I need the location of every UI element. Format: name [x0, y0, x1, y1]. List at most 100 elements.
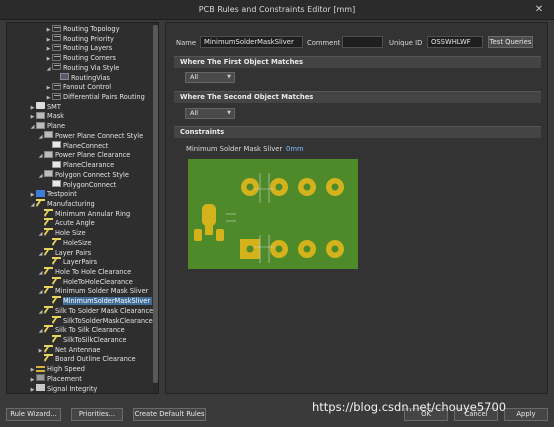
tree-item-planeclearance[interactable]: PlaneClearance: [45, 160, 115, 171]
hole: [275, 183, 283, 191]
sliver-value[interactable]: 0mm: [286, 145, 304, 153]
tree-item-polygon-connect-style[interactable]: ◢ Polygon Connect Style: [37, 170, 129, 182]
tree-item-label: Routing Priority: [63, 34, 114, 43]
tree-item-label: Hole Size: [55, 229, 86, 238]
route-icon: [52, 43, 61, 51]
tree-item-minimumsoldermasksliver[interactable]: MinimumSolderMaskSliver: [45, 296, 153, 307]
mfg-icon: [36, 198, 45, 207]
tree-item-fanout-control[interactable]: ▶ Fanout Control: [45, 82, 111, 93]
route-icon: [52, 82, 61, 90]
hole: [246, 183, 254, 191]
tree-item-power-plane-clearance[interactable]: ◢ Power Plane Clearance: [37, 150, 130, 162]
tree-item-board-outline-clearance[interactable]: Board Outline Clearance: [37, 354, 136, 365]
name-field[interactable]: MinimumSolderMaskSliver: [200, 36, 303, 48]
tree-item-label: Polygon Connect Style: [55, 170, 129, 179]
tree-item-silk-to-silk-clearance[interactable]: ◢ Silk To Silk Clearance: [37, 325, 125, 337]
tree-item-label: Manufacturing: [47, 199, 95, 208]
route-icon: [52, 63, 61, 71]
place-icon: [36, 374, 45, 382]
collapse-arrow-icon[interactable]: ◢: [37, 250, 44, 260]
tree-item-label: Minimum Solder Mask Sliver: [55, 287, 149, 296]
tree-item-planeconnect[interactable]: PlaneConnect: [45, 141, 108, 152]
sliver-label: Minimum Solder Mask Sliver: [186, 145, 283, 153]
create-default-rules-button[interactable]: Create Default Rules: [133, 408, 206, 421]
comment-field[interactable]: [342, 36, 383, 48]
mfg-icon: [44, 218, 53, 227]
tree-item-signal-integrity[interactable]: ▶ Signal Integrity: [29, 384, 97, 393]
close-icon[interactable]: ✕: [532, 3, 546, 17]
tree-item-manufacturing[interactable]: ◢ Manufacturing: [29, 198, 95, 211]
tree-scrollbar[interactable]: [153, 23, 158, 393]
tree-item-routingvias[interactable]: RoutingVias: [53, 73, 110, 84]
test-queries-button[interactable]: Test Queries: [488, 36, 533, 48]
rule-panel: Name MinimumSolderMaskSliver Comment Uni…: [165, 22, 548, 394]
mfg-icon: [44, 305, 53, 314]
tree-item-label: Minimum Annular Ring: [55, 209, 131, 218]
tree-item-label: LayerPairs: [63, 258, 98, 267]
collapse-arrow-icon[interactable]: ◢: [29, 123, 36, 133]
collapse-arrow-icon[interactable]: ◢: [45, 65, 52, 75]
tree-item-routing-via-style[interactable]: ◢ Routing Via Style: [45, 63, 120, 75]
smd-pad: [202, 204, 216, 226]
tree-item-holetoholeclearance[interactable]: HoleToHoleClearance: [45, 276, 133, 288]
tree-item-mask[interactable]: ▶ Mask: [29, 111, 64, 122]
mfg-icon: [44, 325, 53, 334]
tree-item-silktosoldermaskclearance[interactable]: SilkToSolderMaskClearance: [45, 315, 153, 327]
tree-item-label: Routing Via Style: [63, 63, 120, 72]
tree-item-label: SilkToSilkClearance: [63, 336, 127, 345]
tree-item-routing-layers[interactable]: ▶ Routing Layers: [45, 43, 113, 54]
tree-item-label: Layer Pairs: [55, 248, 92, 257]
mfg-icon: [44, 286, 53, 295]
collapse-arrow-icon[interactable]: ◢: [37, 269, 44, 279]
collapse-arrow-icon[interactable]: ◢: [37, 230, 44, 240]
tree-item-silktosilkclearance[interactable]: SilkToSilkClearance: [45, 335, 127, 346]
grey-icon: [36, 111, 45, 119]
hole: [331, 183, 339, 191]
tree-item-label: Power Plane Connect Style: [55, 131, 144, 140]
second-object-select[interactable]: All ▼: [185, 108, 235, 119]
tree-item-hole-size[interactable]: ◢ Hole Size: [37, 228, 86, 240]
collapse-arrow-icon[interactable]: ◢: [37, 172, 44, 182]
tree-item-layer-pairs[interactable]: ◢ Layer Pairs: [37, 247, 92, 260]
route-icon: [52, 53, 61, 61]
tree-item-label: PlaneClearance: [63, 161, 115, 170]
tree-item-label: Mask: [47, 112, 64, 121]
window-title: PCB Rules and Constraints Editor [mm]: [198, 5, 356, 14]
tree-scrollbar-thumb[interactable]: [153, 25, 158, 383]
tree-item-polygonconnect[interactable]: PolygonConnect: [45, 180, 116, 191]
grey-icon: [44, 131, 53, 139]
priorities-button[interactable]: Priorities...: [71, 408, 123, 421]
collapse-arrow-icon[interactable]: ◢: [37, 327, 44, 337]
apply-button[interactable]: Apply: [504, 408, 548, 421]
watermark: https://blog.csdn.net/chouye5700: [312, 400, 507, 414]
tree-item-label: Routing Layers: [63, 44, 113, 53]
expand-arrow-icon[interactable]: ▶: [29, 386, 36, 393]
grey-icon: [44, 150, 53, 158]
collapse-arrow-icon[interactable]: ◢: [37, 288, 44, 298]
grey-icon: [36, 121, 45, 129]
tree-item-label: MinimumSolderMaskSliver: [63, 297, 153, 306]
smd-pad: [216, 229, 224, 241]
hole: [331, 245, 339, 253]
hole: [303, 183, 311, 191]
tree-item-label: SilkToSolderMaskClearance: [63, 316, 153, 325]
route-icon: [52, 34, 61, 42]
tree-item-routing-priority[interactable]: ▶ Routing Priority: [45, 34, 114, 45]
name-label: Name: [176, 39, 197, 47]
collapse-arrow-icon[interactable]: ◢: [37, 152, 44, 162]
tree-item-label: Hole To Hole Clearance: [55, 268, 132, 276]
rule-wizard-button[interactable]: Rule Wizard...: [6, 408, 61, 421]
collapse-arrow-icon[interactable]: ◢: [37, 308, 44, 318]
doc-icon: [52, 160, 61, 168]
grey-icon: [44, 170, 53, 178]
first-object-select[interactable]: All ▼: [185, 72, 235, 83]
tree-item-differential-pairs-routing[interactable]: ▶ Differential Pairs Routing: [45, 92, 145, 103]
collapse-arrow-icon[interactable]: ◢: [37, 133, 44, 143]
hs-icon: [36, 364, 45, 372]
unique-id-field[interactable]: OSSWHLWF: [427, 36, 483, 48]
route-icon: [52, 24, 61, 32]
tree-item-label: Routing Corners: [63, 54, 116, 63]
collapse-arrow-icon[interactable]: ◢: [29, 201, 36, 211]
constraint-diagram: [188, 159, 358, 269]
mfg-icon: [44, 354, 53, 363]
